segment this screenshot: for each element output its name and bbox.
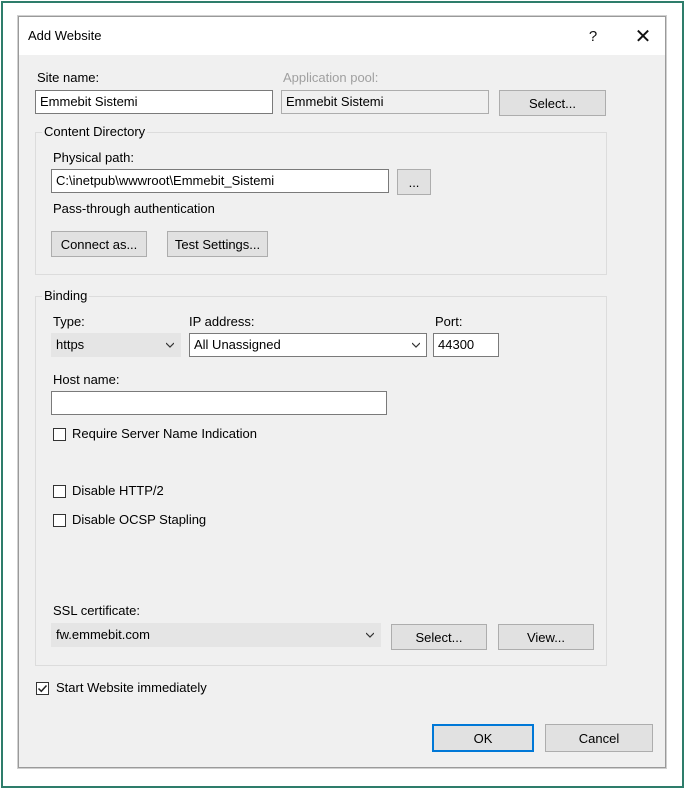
connect-as-label: Connect as... <box>60 236 138 252</box>
test-settings-button[interactable]: Test Settings... <box>167 231 268 257</box>
type-label: Type: <box>53 314 85 329</box>
add-website-dialog: Add Website ? ✕ Site name: Emmebit Siste… <box>18 16 666 768</box>
ssl-certificate-select[interactable]: fw.emmebit.com <box>51 623 381 647</box>
title-bar: Add Website ? ✕ <box>19 17 665 55</box>
help-button[interactable]: ? <box>573 21 613 51</box>
site-name-input[interactable]: Emmebit Sistemi <box>35 90 273 114</box>
select-app-pool-button[interactable]: Select... <box>499 90 606 116</box>
host-name-input[interactable] <box>51 391 387 415</box>
cancel-button[interactable]: Cancel <box>545 724 653 752</box>
select-app-pool-label: Select... <box>529 95 576 111</box>
port-input[interactable]: 44300 <box>433 333 499 357</box>
close-icon: ✕ <box>634 24 652 48</box>
chevron-down-icon <box>366 632 374 638</box>
browse-path-button[interactable]: ... <box>397 169 431 195</box>
ip-address-label: IP address: <box>189 314 255 329</box>
close-button[interactable]: ✕ <box>623 21 663 51</box>
dialog-title: Add Website <box>28 28 102 43</box>
type-select[interactable]: https <box>51 333 181 357</box>
ssl-certificate-value: fw.emmebit.com <box>56 627 150 642</box>
ssl-select-button[interactable]: Select... <box>391 624 487 650</box>
chevron-down-icon <box>166 342 174 348</box>
sni-checkbox[interactable] <box>53 428 66 441</box>
disable-http2-label: Disable HTTP/2 <box>72 483 164 498</box>
physical-path-label: Physical path: <box>53 150 134 165</box>
host-name-label: Host name: <box>53 372 120 387</box>
passthrough-auth-label: Pass-through authentication <box>53 201 215 216</box>
ssl-view-button[interactable]: View... <box>498 624 594 650</box>
ssl-view-label: View... <box>526 629 566 645</box>
connect-as-button[interactable]: Connect as... <box>51 231 147 257</box>
type-value: https <box>56 337 85 352</box>
test-settings-label: Test Settings... <box>174 236 261 252</box>
ok-button[interactable]: OK <box>432 724 534 752</box>
site-name-label: Site name: <box>37 70 100 85</box>
content-directory-title: Content Directory <box>42 124 148 139</box>
ip-address-select[interactable]: All Unassigned <box>189 333 427 357</box>
binding-title: Binding <box>42 288 90 303</box>
ip-address-value: All Unassigned <box>194 337 281 352</box>
disable-ocsp-checkbox[interactable] <box>53 514 66 527</box>
ok-label: OK <box>473 730 493 746</box>
port-label: Port: <box>435 314 463 329</box>
ssl-certificate-label: SSL certificate: <box>53 603 140 618</box>
start-website-label: Start Website immediately <box>56 680 207 695</box>
help-icon: ? <box>588 27 598 45</box>
ssl-select-label: Select... <box>415 629 463 645</box>
application-pool-field: Emmebit Sistemi <box>281 90 489 114</box>
disable-ocsp-label: Disable OCSP Stapling <box>72 512 207 527</box>
physical-path-input[interactable]: C:\inetpub\wwwroot\Emmebit_Sistemi <box>51 169 389 193</box>
sni-label: Require Server Name Indication <box>72 426 257 441</box>
browse-ellipsis: ... <box>408 174 420 190</box>
start-website-checkbox[interactable] <box>36 682 49 695</box>
chevron-down-icon <box>412 342 420 348</box>
disable-http2-checkbox[interactable] <box>53 485 66 498</box>
cancel-label: Cancel <box>578 730 620 746</box>
application-pool-label: Application pool: <box>283 70 379 85</box>
checkmark-icon <box>37 684 48 693</box>
